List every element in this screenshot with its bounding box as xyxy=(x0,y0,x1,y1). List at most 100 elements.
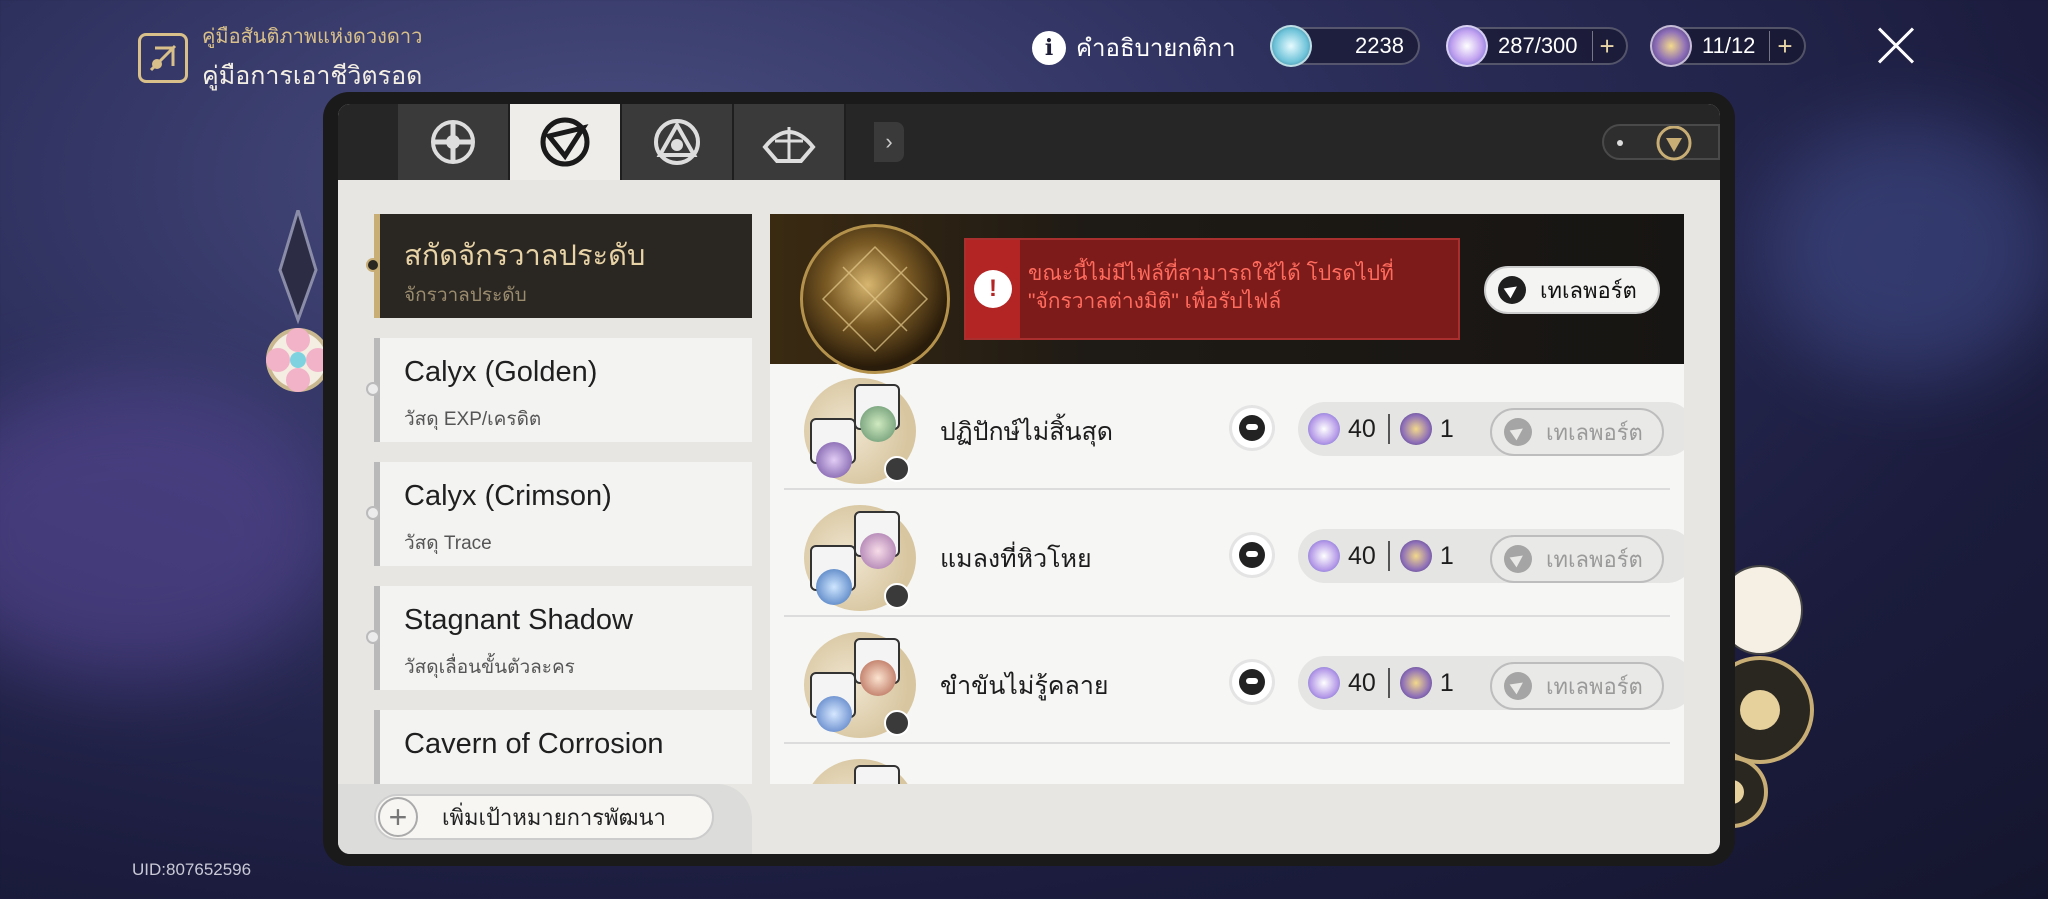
category-title: สกัดจักรวาลประดับ xyxy=(404,240,646,272)
tab-treasures[interactable] xyxy=(734,104,846,180)
domain-name: แมลงที่หิวโหย xyxy=(940,545,1092,573)
stellar-jade-icon xyxy=(1270,25,1312,67)
category-title: Stagnant Shadow xyxy=(404,604,633,636)
teleport-button[interactable]: เทเลพอร์ต xyxy=(1490,535,1664,583)
fuel-icon xyxy=(1399,540,1432,572)
teleport-button[interactable]: เทเลพอร์ต xyxy=(1490,408,1664,456)
category-item[interactable]: Cavern of Corrosion xyxy=(374,710,752,784)
currency-stellar-jade[interactable]: 2238 xyxy=(1270,25,1420,67)
relic-orb-icon xyxy=(860,406,896,442)
divider xyxy=(1387,414,1390,444)
domain-name: ขำขันไม่รู้คลาย xyxy=(940,672,1109,700)
category-item[interactable]: สกัดจักรวาลประดับ จักรวาลประดับ xyxy=(366,214,752,318)
trailblaze-power-icon xyxy=(1308,413,1340,445)
guide-header: คู่มือสันติภาพแห่งดวงดาว คู่มือการเอาชีว… xyxy=(138,20,422,96)
tab-next-arrow-icon[interactable]: › xyxy=(874,122,904,162)
teleport-button[interactable]: เทเลพอร์ต xyxy=(1490,662,1664,710)
guide-subtitle: คู่มือสันติภาพแห่งดวงดาว xyxy=(202,26,423,48)
category-title: Cavern of Corrosion xyxy=(404,728,664,760)
warning-side: ! xyxy=(966,240,1020,338)
enemy-mask-icon[interactable] xyxy=(1232,535,1272,575)
list-item[interactable]: ปฏิปักษ์ไม่สิ้นสุด 40 1 เทเลพอร์ต xyxy=(770,364,1684,490)
divider xyxy=(1387,541,1390,571)
fuel-cost: 1 xyxy=(1439,668,1454,697)
relic-cube-icon xyxy=(854,765,900,784)
survival-index-icon xyxy=(654,119,700,165)
plus-icon: + xyxy=(378,797,418,837)
tab-survival-index[interactable] xyxy=(622,104,734,180)
ornament-banner: ! ขณะนี้ไม่มีไฟล์ที่สามารถใช้ได้ โปรดไปท… xyxy=(770,214,1684,374)
domain-name: ปฏิปักษ์ไม่สิ้นสุด xyxy=(940,418,1114,446)
event-badge[interactable] xyxy=(1602,124,1720,161)
guide-book-icon xyxy=(138,33,188,83)
category-item[interactable]: Calyx (Crimson) วัสดุ Trace xyxy=(366,462,752,566)
teleport-icon xyxy=(1504,545,1532,573)
trailblaze-power-icon xyxy=(1308,540,1340,572)
relic-orb-icon xyxy=(816,696,852,732)
currency-value: 2238 xyxy=(1355,33,1404,58)
close-button[interactable] xyxy=(1876,26,1916,66)
category-item[interactable]: Calyx (Golden) วัสดุ EXP/เครดิต xyxy=(366,338,752,442)
teleport-label: เทเลพอร์ต xyxy=(1546,419,1643,445)
background-glow xyxy=(0,380,340,680)
zoom-icon[interactable] xyxy=(884,583,910,609)
tab-operation-briefing[interactable] xyxy=(398,104,510,180)
category-marker xyxy=(366,506,380,520)
enemy-mask-icon[interactable] xyxy=(1232,662,1272,702)
list-item[interactable] xyxy=(770,745,1684,784)
category-title: Calyx (Golden) xyxy=(404,356,598,388)
relic-set-thumbnail xyxy=(804,505,916,611)
add-development-goal-button[interactable]: + เพิ่มเป้าหมายการพัฒนา xyxy=(374,794,714,840)
treasures-icon xyxy=(762,127,816,163)
relic-set-thumbnail xyxy=(804,759,916,784)
divider xyxy=(784,488,1670,490)
fuel-cost: 1 xyxy=(1439,541,1454,570)
warning-line: "จักรวาลต่างมิติ" เพื่อรับไฟล์ xyxy=(1028,290,1282,313)
divider xyxy=(784,742,1670,744)
content-area: ! ขณะนี้ไม่มีไฟล์ที่สามารถใช้ได้ โปรดไปท… xyxy=(770,214,1684,784)
divider xyxy=(784,615,1670,617)
category-marker xyxy=(366,382,380,396)
guide-title: คู่มือการเอาชีวิตรอด xyxy=(202,62,423,90)
rules-info-button[interactable]: i คำอธิบายกติกา xyxy=(1032,28,1236,67)
zoom-icon[interactable] xyxy=(884,456,910,482)
fuel-icon xyxy=(1399,667,1432,699)
category-marker xyxy=(366,630,380,644)
add-fuel-button[interactable]: + xyxy=(1769,31,1799,61)
operation-briefing-icon xyxy=(431,120,475,164)
teleport-label: เทเลพอร์ต xyxy=(1546,546,1643,572)
teleport-icon xyxy=(1498,276,1526,304)
relic-set-thumbnail xyxy=(804,378,916,484)
enemy-mask-icon[interactable] xyxy=(1232,408,1272,448)
info-icon: i xyxy=(1032,30,1066,65)
currency-value: 11/12 xyxy=(1702,33,1756,58)
power-cost: 40 xyxy=(1348,541,1376,570)
currency-trailblaze-power[interactable]: 287/300 + xyxy=(1446,25,1628,67)
trailblaze-power-icon xyxy=(1308,667,1340,699)
power-cost: 40 xyxy=(1348,414,1376,443)
category-subtitle: วัสดุเลื่อนขั้นตัวละคร xyxy=(404,657,575,678)
fuel-cost: 1 xyxy=(1439,414,1454,443)
list-item[interactable]: แมลงที่หิวโหย 40 1 เทเลพอร์ต xyxy=(770,491,1684,617)
tab-daily-training[interactable] xyxy=(510,104,622,180)
category-marker xyxy=(374,754,380,768)
currency-fuel[interactable]: 11/12 + xyxy=(1650,25,1806,67)
banner-teleport-button[interactable]: เทเลพอร์ต xyxy=(1484,266,1660,314)
add-power-button[interactable]: + xyxy=(1591,31,1622,61)
category-title: Calyx (Crimson) xyxy=(404,480,612,512)
warning-icon: ! xyxy=(974,270,1012,308)
zoom-icon[interactable] xyxy=(884,710,910,736)
teleport-label: เทเลพอร์ต xyxy=(1546,673,1643,699)
warning-line: ขณะนี้ไม่มีไฟล์ที่สามารถใช้ได้ โปรดไปที่ xyxy=(1028,262,1394,285)
background-glow xyxy=(1760,120,2048,380)
currency-value: 287/300 xyxy=(1498,33,1578,58)
divider xyxy=(1387,668,1390,698)
category-item[interactable]: Stagnant Shadow วัสดุเลื่อนขั้นตัวละคร xyxy=(366,586,752,690)
relic-orb-icon xyxy=(860,533,896,569)
warning-box: ! ขณะนี้ไม่มีไฟล์ที่สามารถใช้ได้ โปรดไปท… xyxy=(964,238,1460,340)
power-cost: 40 xyxy=(1348,668,1376,697)
add-goal-label: เพิ่มเป้าหมายการพัฒนา xyxy=(442,804,666,830)
list-item[interactable]: ขำขันไม่รู้คลาย 40 1 เทเลพอร์ต xyxy=(770,618,1684,744)
simulated-universe-globe-icon xyxy=(800,224,950,374)
rules-info-label: คำอธิบายกติกา xyxy=(1076,35,1236,62)
